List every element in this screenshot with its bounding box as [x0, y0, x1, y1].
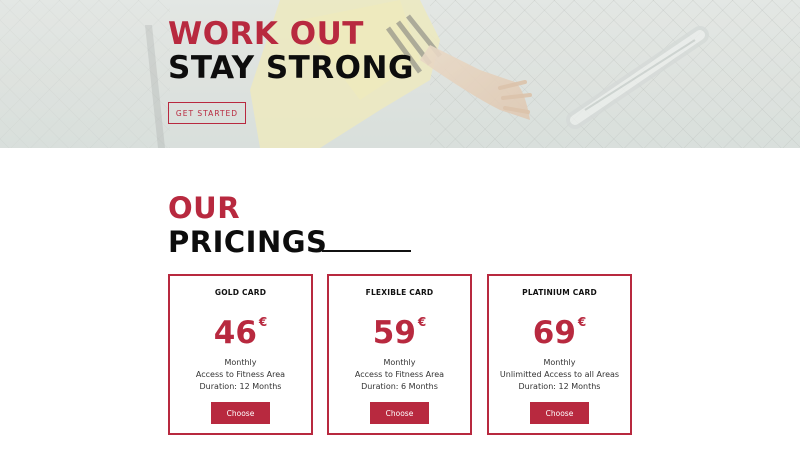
currency-symbol: €	[258, 315, 268, 329]
hero-title-accent: WORK OUT	[168, 16, 364, 52]
plan-access: Access to Fitness Area	[195, 370, 286, 379]
plan-duration: Duration: 6 Months	[361, 382, 438, 391]
price-value: 69	[532, 315, 576, 351]
plan-name: PLATINIUM CARD	[522, 288, 597, 297]
price-value: 46	[213, 315, 257, 351]
plan-price: 69 €	[489, 313, 630, 353]
plan-duration: Duration: 12 Months	[518, 382, 601, 391]
plan-name: GOLD CARD	[214, 288, 267, 297]
currency-symbol: €	[577, 315, 587, 329]
plan-price: 59 €	[329, 313, 470, 353]
plan-period: Monthly	[543, 358, 576, 367]
choose-gold-button[interactable]: Choose	[211, 402, 270, 424]
price-value: 59	[372, 315, 416, 351]
pricing-card-flexible: FLEXIBLE CARD 59 € Monthly Access to Fit…	[327, 274, 472, 435]
choose-flexible-button[interactable]: Choose	[370, 402, 429, 424]
title-underline-divider	[322, 250, 411, 252]
plan-name: FLEXIBLE CARD	[365, 288, 434, 297]
hero-title: STAY STRONG	[168, 50, 414, 86]
plan-access: Unlimitted Access to all Areas	[499, 370, 620, 379]
currency-symbol: €	[417, 315, 427, 329]
plan-price: 46 €	[170, 313, 311, 353]
pricing-card-gold: GOLD CARD 46 € Monthly Access to Fitness…	[168, 274, 313, 435]
hero-banner: WORK OUT STAY STRONG GET STARTED	[0, 0, 800, 148]
plan-period: Monthly	[383, 358, 416, 367]
pricing-card-platinium: PLATINIUM CARD 69 € Monthly Unlimitted A…	[487, 274, 632, 435]
get-started-button[interactable]: GET STARTED	[168, 102, 246, 124]
plan-period: Monthly	[224, 358, 257, 367]
pricing-title: PRICINGS	[168, 225, 328, 259]
pricing-title-accent: OUR	[168, 191, 241, 225]
choose-platinium-button[interactable]: Choose	[530, 402, 589, 424]
plan-access: Access to Fitness Area	[354, 370, 445, 379]
plan-duration: Duration: 12 Months	[199, 382, 282, 391]
